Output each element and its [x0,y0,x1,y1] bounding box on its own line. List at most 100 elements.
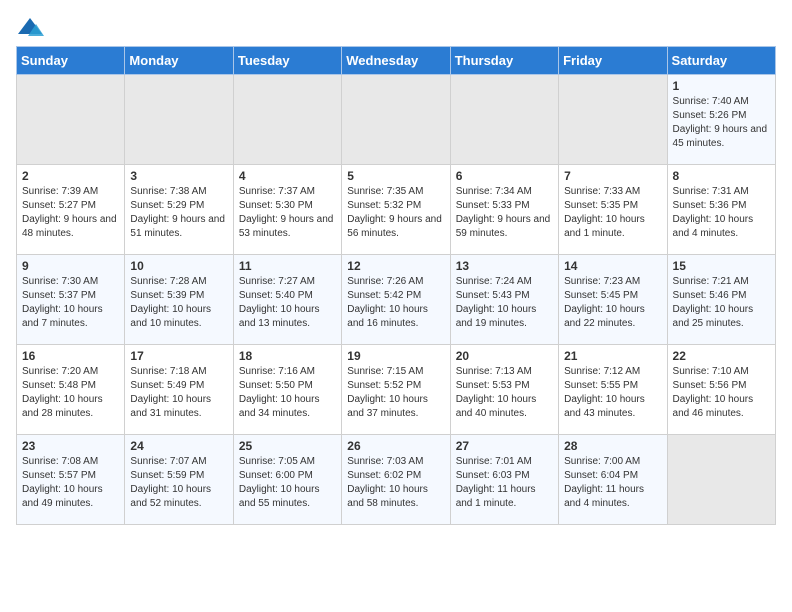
day-number: 18 [239,349,336,363]
day-info: Sunrise: 7:38 AM Sunset: 5:29 PM Dayligh… [130,185,227,241]
calendar-week-row: 16 Sunrise: 7:20 AM Sunset: 5:48 PM Dayli… [17,345,776,435]
day-of-week-header: Saturday [667,47,775,75]
day-of-week-header: Sunday [17,47,125,75]
day-info: Sunrise: 7:00 AM Sunset: 6:04 PM Dayligh… [564,455,661,511]
calendar-cell: 24 Sunrise: 7:07 AM Sunset: 5:59 PM Dayli… [125,435,233,525]
calendar-cell [559,75,667,165]
day-number: 17 [130,349,227,363]
day-info: Sunrise: 7:24 AM Sunset: 5:43 PM Dayligh… [456,275,553,331]
day-number: 13 [456,259,553,273]
calendar-cell [125,75,233,165]
calendar-cell [342,75,450,165]
logo-icon [16,16,44,38]
calendar-week-row: 9 Sunrise: 7:30 AM Sunset: 5:37 PM Daylig… [17,255,776,345]
day-info: Sunrise: 7:01 AM Sunset: 6:03 PM Dayligh… [456,455,553,511]
calendar-week-row: 1 Sunrise: 7:40 AM Sunset: 5:26 PM Daylig… [17,75,776,165]
day-number: 16 [22,349,119,363]
day-number: 8 [673,169,770,183]
day-info: Sunrise: 7:10 AM Sunset: 5:56 PM Dayligh… [673,365,770,421]
day-info: Sunrise: 7:16 AM Sunset: 5:50 PM Dayligh… [239,365,336,421]
calendar-cell: 11 Sunrise: 7:27 AM Sunset: 5:40 PM Dayli… [233,255,341,345]
day-number: 22 [673,349,770,363]
day-number: 2 [22,169,119,183]
calendar-cell: 12 Sunrise: 7:26 AM Sunset: 5:42 PM Dayli… [342,255,450,345]
day-number: 1 [673,79,770,93]
day-info: Sunrise: 7:30 AM Sunset: 5:37 PM Dayligh… [22,275,119,331]
day-number: 23 [22,439,119,453]
day-info: Sunrise: 7:21 AM Sunset: 5:46 PM Dayligh… [673,275,770,331]
day-of-week-header: Thursday [450,47,558,75]
day-info: Sunrise: 7:33 AM Sunset: 5:35 PM Dayligh… [564,185,661,241]
calendar-cell: 15 Sunrise: 7:21 AM Sunset: 5:46 PM Dayli… [667,255,775,345]
calendar-cell: 5Sunrise: 7:35 AM Sunset: 5:32 PM Daylig… [342,165,450,255]
day-info: Sunrise: 7:08 AM Sunset: 5:57 PM Dayligh… [22,455,119,511]
day-number: 26 [347,439,444,453]
day-number: 4 [239,169,336,183]
day-number: 7 [564,169,661,183]
calendar-cell: 9 Sunrise: 7:30 AM Sunset: 5:37 PM Daylig… [17,255,125,345]
day-info: Sunrise: 7:07 AM Sunset: 5:59 PM Dayligh… [130,455,227,511]
calendar-cell: 28 Sunrise: 7:00 AM Sunset: 6:04 PM Dayli… [559,435,667,525]
calendar-cell [233,75,341,165]
day-number: 10 [130,259,227,273]
day-of-week-header: Monday [125,47,233,75]
calendar-cell: 19 Sunrise: 7:15 AM Sunset: 5:52 PM Dayli… [342,345,450,435]
calendar-cell: 26 Sunrise: 7:03 AM Sunset: 6:02 PM Dayli… [342,435,450,525]
calendar-cell: 23 Sunrise: 7:08 AM Sunset: 5:57 PM Dayli… [17,435,125,525]
calendar-cell: 21 Sunrise: 7:12 AM Sunset: 5:55 PM Dayli… [559,345,667,435]
day-number: 3 [130,169,227,183]
calendar-cell: 27 Sunrise: 7:01 AM Sunset: 6:03 PM Dayli… [450,435,558,525]
day-of-week-header: Wednesday [342,47,450,75]
calendar-cell: 2 Sunrise: 7:39 AM Sunset: 5:27 PM Daylig… [17,165,125,255]
day-number: 9 [22,259,119,273]
day-info: Sunrise: 7:37 AM Sunset: 5:30 PM Dayligh… [239,185,336,241]
calendar-cell: 13 Sunrise: 7:24 AM Sunset: 5:43 PM Dayli… [450,255,558,345]
day-info: Sunrise: 7:26 AM Sunset: 5:42 PM Dayligh… [347,275,444,331]
header [16,16,776,38]
calendar-cell: 20 Sunrise: 7:13 AM Sunset: 5:53 PM Dayli… [450,345,558,435]
calendar-cell: 22 Sunrise: 7:10 AM Sunset: 5:56 PM Dayli… [667,345,775,435]
calendar-cell: 1 Sunrise: 7:40 AM Sunset: 5:26 PM Daylig… [667,75,775,165]
day-number: 14 [564,259,661,273]
day-info: Sunrise: 7:27 AM Sunset: 5:40 PM Dayligh… [239,275,336,331]
day-info: Sunrise: 7:03 AM Sunset: 6:02 PM Dayligh… [347,455,444,511]
day-info: Sunrise: 7:15 AM Sunset: 5:52 PM Dayligh… [347,365,444,421]
logo [16,16,48,38]
day-number: 24 [130,439,227,453]
calendar-cell: 3 Sunrise: 7:38 AM Sunset: 5:29 PM Daylig… [125,165,233,255]
day-number: 20 [456,349,553,363]
calendar-week-row: 2 Sunrise: 7:39 AM Sunset: 5:27 PM Daylig… [17,165,776,255]
day-info: Sunrise: 7:34 AM Sunset: 5:33 PM Dayligh… [456,185,553,241]
day-info: Sunrise: 7:18 AM Sunset: 5:49 PM Dayligh… [130,365,227,421]
day-of-week-header: Friday [559,47,667,75]
calendar-cell: 8 Sunrise: 7:31 AM Sunset: 5:36 PM Daylig… [667,165,775,255]
calendar-cell: 10 Sunrise: 7:28 AM Sunset: 5:39 PM Dayli… [125,255,233,345]
day-info: Sunrise: 7:05 AM Sunset: 6:00 PM Dayligh… [239,455,336,511]
calendar-cell [667,435,775,525]
day-info: Sunrise: 7:35 AM Sunset: 5:32 PM Dayligh… [347,185,444,241]
day-info: Sunrise: 7:39 AM Sunset: 5:27 PM Dayligh… [22,185,119,241]
day-info: Sunrise: 7:31 AM Sunset: 5:36 PM Dayligh… [673,185,770,241]
day-number: 11 [239,259,336,273]
day-info: Sunrise: 7:40 AM Sunset: 5:26 PM Dayligh… [673,95,770,151]
calendar-cell: 7 Sunrise: 7:33 AM Sunset: 5:35 PM Daylig… [559,165,667,255]
calendar-cell: 4 Sunrise: 7:37 AM Sunset: 5:30 PM Daylig… [233,165,341,255]
calendar-cell: 25 Sunrise: 7:05 AM Sunset: 6:00 PM Dayli… [233,435,341,525]
day-info: Sunrise: 7:13 AM Sunset: 5:53 PM Dayligh… [456,365,553,421]
calendar-cell [17,75,125,165]
calendar-cell: 14 Sunrise: 7:23 AM Sunset: 5:45 PM Dayli… [559,255,667,345]
day-number: 15 [673,259,770,273]
calendar-cell: 18 Sunrise: 7:16 AM Sunset: 5:50 PM Dayli… [233,345,341,435]
day-info: Sunrise: 7:23 AM Sunset: 5:45 PM Dayligh… [564,275,661,331]
calendar-cell [450,75,558,165]
day-number: 19 [347,349,444,363]
day-info: Sunrise: 7:12 AM Sunset: 5:55 PM Dayligh… [564,365,661,421]
day-number: 25 [239,439,336,453]
day-info: Sunrise: 7:20 AM Sunset: 5:48 PM Dayligh… [22,365,119,421]
day-number: 27 [456,439,553,453]
calendar-week-row: 23 Sunrise: 7:08 AM Sunset: 5:57 PM Dayli… [17,435,776,525]
day-info: Sunrise: 7:28 AM Sunset: 5:39 PM Dayligh… [130,275,227,331]
day-number: 28 [564,439,661,453]
day-number: 21 [564,349,661,363]
day-number: 12 [347,259,444,273]
